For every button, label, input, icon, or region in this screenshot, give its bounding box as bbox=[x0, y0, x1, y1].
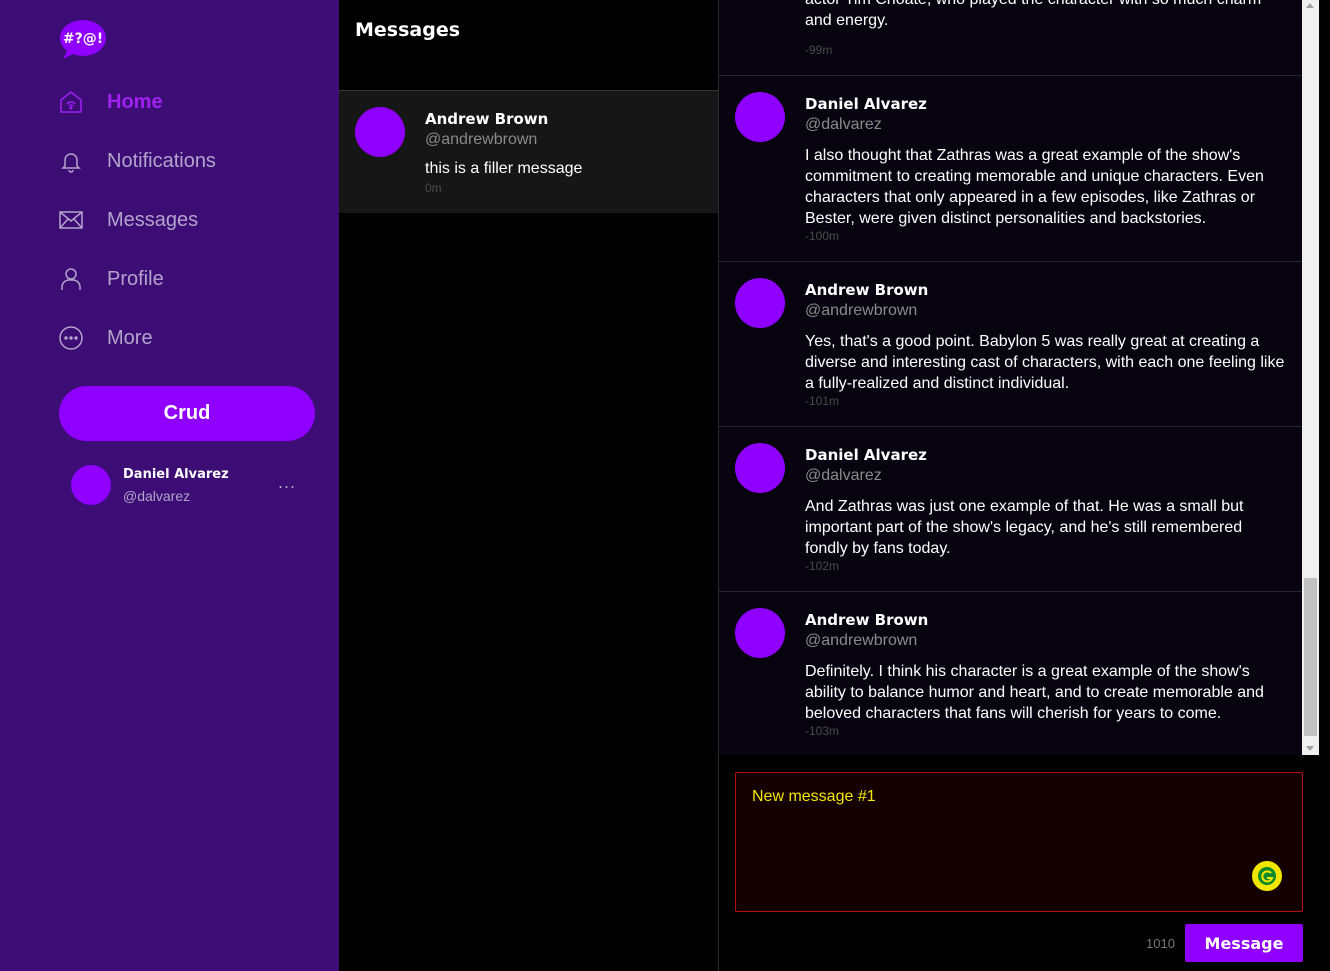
message-author: Daniel Alvarez bbox=[805, 95, 927, 113]
message-list[interactable]: actor Tim Choate, who played the charact… bbox=[719, 0, 1302, 755]
send-message-button[interactable]: Message bbox=[1185, 924, 1303, 962]
nav-home-label: Home bbox=[107, 90, 163, 113]
nav-more[interactable]: More bbox=[59, 318, 153, 358]
message-item: actor Tim Choate, who played the charact… bbox=[719, 0, 1302, 76]
message-item: Daniel Alvarez @dalvarez I also thought … bbox=[719, 76, 1302, 262]
nav-messages[interactable]: Messages bbox=[59, 200, 198, 240]
message-composer[interactable] bbox=[735, 772, 1303, 912]
message-time: -100m bbox=[805, 229, 840, 243]
sidebar: #?@! Home Notifications Messages Profile… bbox=[0, 0, 339, 971]
message-time: -99m bbox=[805, 43, 833, 57]
envelope-icon bbox=[59, 208, 83, 232]
message-text: Definitely. I think his character is a g… bbox=[805, 663, 1264, 722]
message-text: Yes, that's a good point. Babylon 5 was … bbox=[805, 333, 1285, 392]
character-count: 1010 bbox=[1146, 936, 1175, 951]
message-author: Daniel Alvarez bbox=[805, 446, 927, 464]
page-title: Messages bbox=[355, 19, 461, 41]
message-scrollbar[interactable] bbox=[1302, 0, 1319, 755]
message-time: -103m bbox=[805, 724, 840, 738]
message-handle: @andrewbrown bbox=[805, 302, 918, 319]
conversation-preview: this is a filler message bbox=[425, 160, 583, 177]
nav-more-label: More bbox=[107, 326, 153, 349]
crud-button[interactable]: Crud bbox=[59, 386, 315, 441]
message-handle: @dalvarez bbox=[805, 467, 882, 484]
message-item: Daniel Alvarez @dalvarez And Zathras was… bbox=[719, 427, 1302, 592]
message-input[interactable] bbox=[736, 773, 1302, 911]
message-item: Andrew Brown @andrewbrown Definitely. I … bbox=[719, 592, 1302, 755]
scroll-up-arrow-icon[interactable] bbox=[1306, 3, 1314, 8]
logo-text: #?@! bbox=[63, 31, 103, 47]
user-icon bbox=[59, 267, 83, 291]
conversation-panel: Messages Andrew Brown @andrewbrown this … bbox=[339, 0, 719, 971]
nav-messages-label: Messages bbox=[107, 208, 199, 231]
scrollbar-thumb[interactable] bbox=[1304, 578, 1317, 736]
current-user-card[interactable]: Daniel Alvarez @dalvarez ... bbox=[59, 455, 315, 515]
current-user-handle: @dalvarez bbox=[123, 488, 191, 504]
more-circle-icon bbox=[59, 326, 83, 350]
message-text: actor Tim Choate, who played the charact… bbox=[805, 0, 1261, 29]
conversation-name: Andrew Brown bbox=[425, 110, 549, 128]
message-text: And Zathras was just one example of that… bbox=[805, 498, 1244, 557]
current-user-name: Daniel Alvarez bbox=[123, 467, 229, 482]
conversation-time: 0m bbox=[425, 181, 442, 195]
message-time: -101m bbox=[805, 394, 840, 408]
conversation-handle: @andrewbrown bbox=[425, 131, 538, 148]
logo[interactable]: #?@! bbox=[59, 19, 107, 59]
avatar bbox=[735, 92, 785, 142]
scroll-down-arrow-icon[interactable] bbox=[1306, 746, 1314, 751]
nav-home[interactable]: Home bbox=[59, 82, 163, 122]
avatar bbox=[735, 608, 785, 658]
message-text: I also thought that Zathras was a great … bbox=[805, 147, 1264, 227]
message-author: Andrew Brown bbox=[805, 281, 929, 299]
message-handle: @andrewbrown bbox=[805, 632, 918, 649]
nav-notifications-label: Notifications bbox=[107, 149, 216, 172]
chat-panel: actor Tim Choate, who played the charact… bbox=[719, 0, 1330, 971]
avatar bbox=[735, 278, 785, 328]
message-item: Andrew Brown @andrewbrown Yes, that's a … bbox=[719, 262, 1302, 427]
nav-profile[interactable]: Profile bbox=[59, 259, 164, 299]
message-handle: @dalvarez bbox=[805, 116, 882, 133]
message-author: Andrew Brown bbox=[805, 611, 929, 629]
nav-notifications[interactable]: Notifications bbox=[59, 141, 216, 181]
grammar-check-icon[interactable] bbox=[1252, 861, 1282, 891]
nav-profile-label: Profile bbox=[107, 267, 164, 290]
avatar bbox=[71, 465, 111, 505]
user-menu-button[interactable]: ... bbox=[275, 473, 299, 493]
bell-icon bbox=[59, 149, 83, 173]
home-icon bbox=[59, 90, 83, 114]
avatar bbox=[355, 107, 405, 157]
conversation-item[interactable]: Andrew Brown @andrewbrown this is a fill… bbox=[339, 91, 718, 213]
message-time: -102m bbox=[805, 559, 840, 573]
avatar bbox=[735, 443, 785, 493]
